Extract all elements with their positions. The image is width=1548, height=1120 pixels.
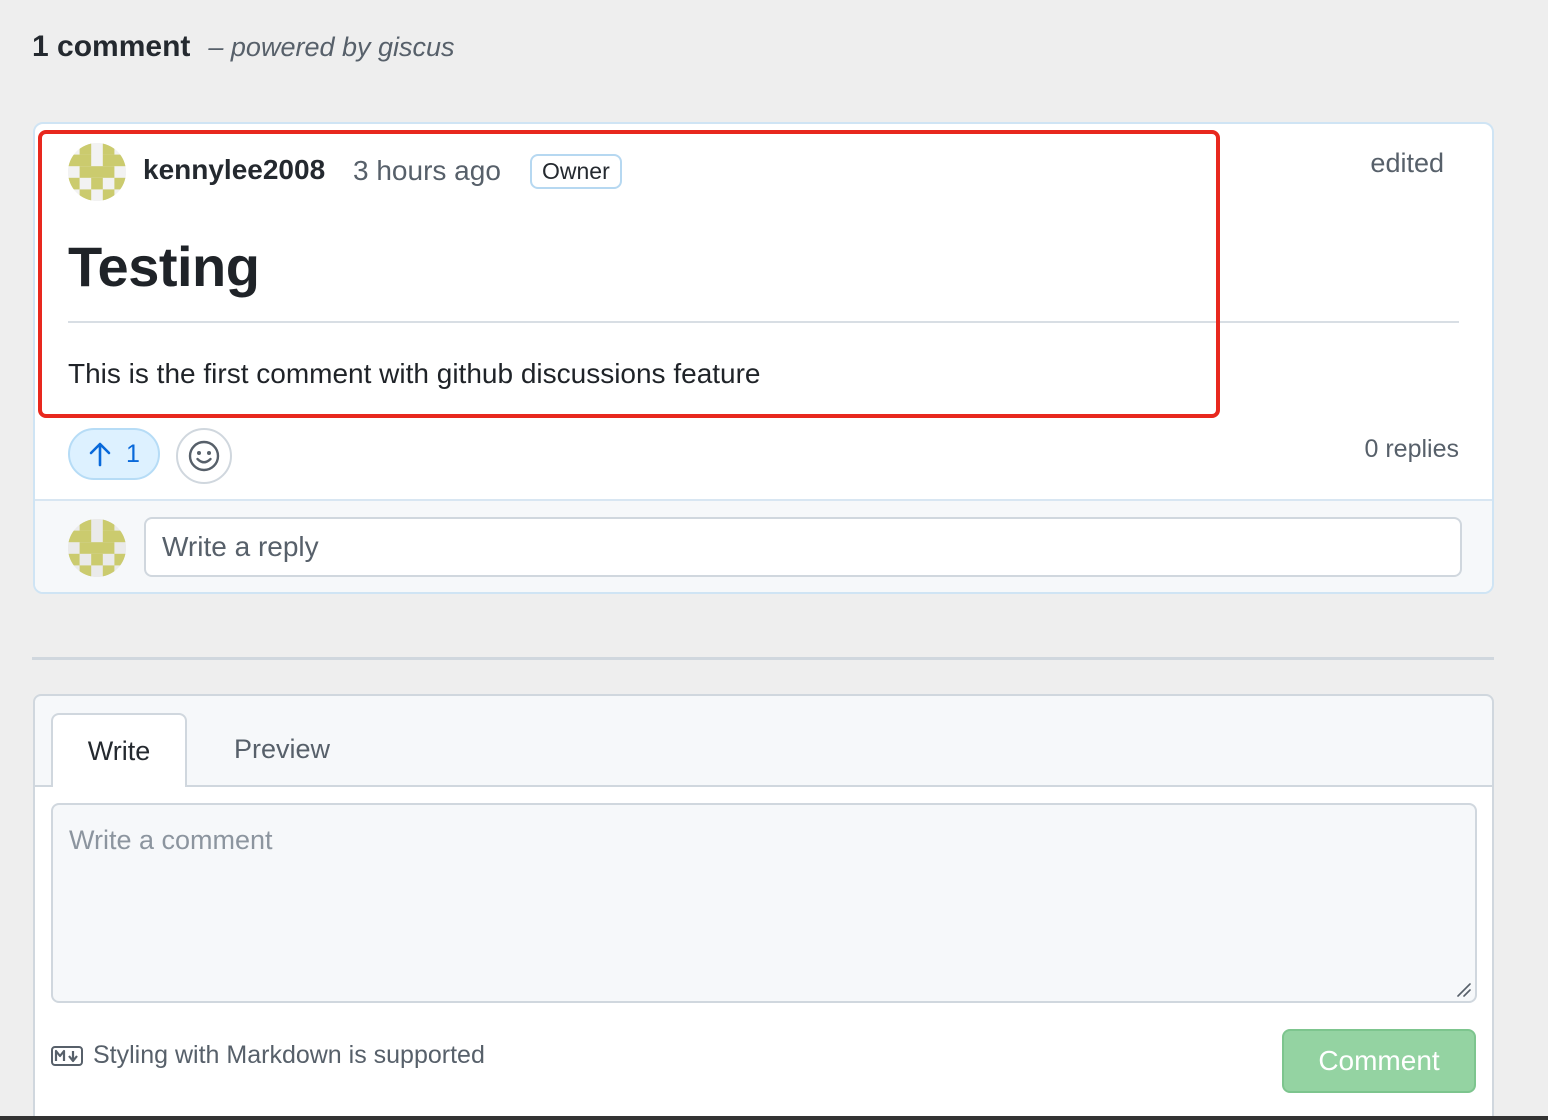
markdown-note: Styling with Markdown is supported: [93, 1041, 485, 1069]
owner-badge: Owner: [530, 154, 622, 189]
comment-submit-button[interactable]: Comment: [1282, 1029, 1476, 1093]
comment-card: kennylee2008 3 hours ago Owner edited Te…: [33, 122, 1494, 594]
comment-author[interactable]: kennylee2008: [143, 154, 325, 186]
section-divider: [32, 657, 1494, 660]
markdown-link[interactable]: Styling with Markdown is supported: [51, 1041, 485, 1070]
add-reaction-button[interactable]: [176, 428, 232, 484]
comment-heading: Testing: [68, 235, 260, 298]
reply-section: Write a reply: [35, 499, 1492, 592]
arrow-up-icon: [89, 442, 111, 467]
heading-divider: [68, 321, 1459, 323]
markdown-icon: [51, 1045, 83, 1066]
identicon-icon: [68, 519, 126, 577]
tab-preview[interactable]: Preview: [207, 713, 357, 787]
avatar[interactable]: [68, 143, 126, 201]
comment-placeholder: Write a comment: [69, 825, 273, 855]
upvote-button[interactable]: 1: [68, 428, 160, 480]
reply-input[interactable]: Write a reply: [144, 517, 1462, 577]
bottom-border: [0, 1116, 1548, 1120]
editor-tabs: Write Preview: [35, 696, 1492, 789]
avatar[interactable]: [68, 519, 126, 577]
resize-handle-icon[interactable]: [1453, 979, 1471, 997]
giscus-page: 1 comment – powered by giscus kennylee20…: [0, 0, 1548, 1120]
comment-textarea[interactable]: Write a comment: [51, 803, 1477, 1003]
powered-by-link[interactable]: – powered by giscus: [208, 32, 454, 63]
replies-count: 0 replies: [1364, 435, 1460, 463]
upvote-count: 1: [126, 439, 140, 468]
tab-write[interactable]: Write: [51, 713, 187, 789]
comment-body: This is the first comment with github di…: [68, 358, 761, 389]
editor-body: Write a comment Styling with Markdown is…: [35, 787, 1492, 1120]
comments-header: 1 comment – powered by giscus: [32, 30, 455, 64]
identicon-icon: [68, 143, 126, 201]
comment-count-title: 1 comment: [32, 30, 191, 63]
smiley-icon: [188, 440, 220, 472]
comment-timestamp[interactable]: 3 hours ago: [353, 155, 501, 187]
edited-label[interactable]: edited: [1370, 148, 1444, 179]
comment-editor: Write Preview Write a comment Styling wi…: [33, 694, 1494, 1120]
